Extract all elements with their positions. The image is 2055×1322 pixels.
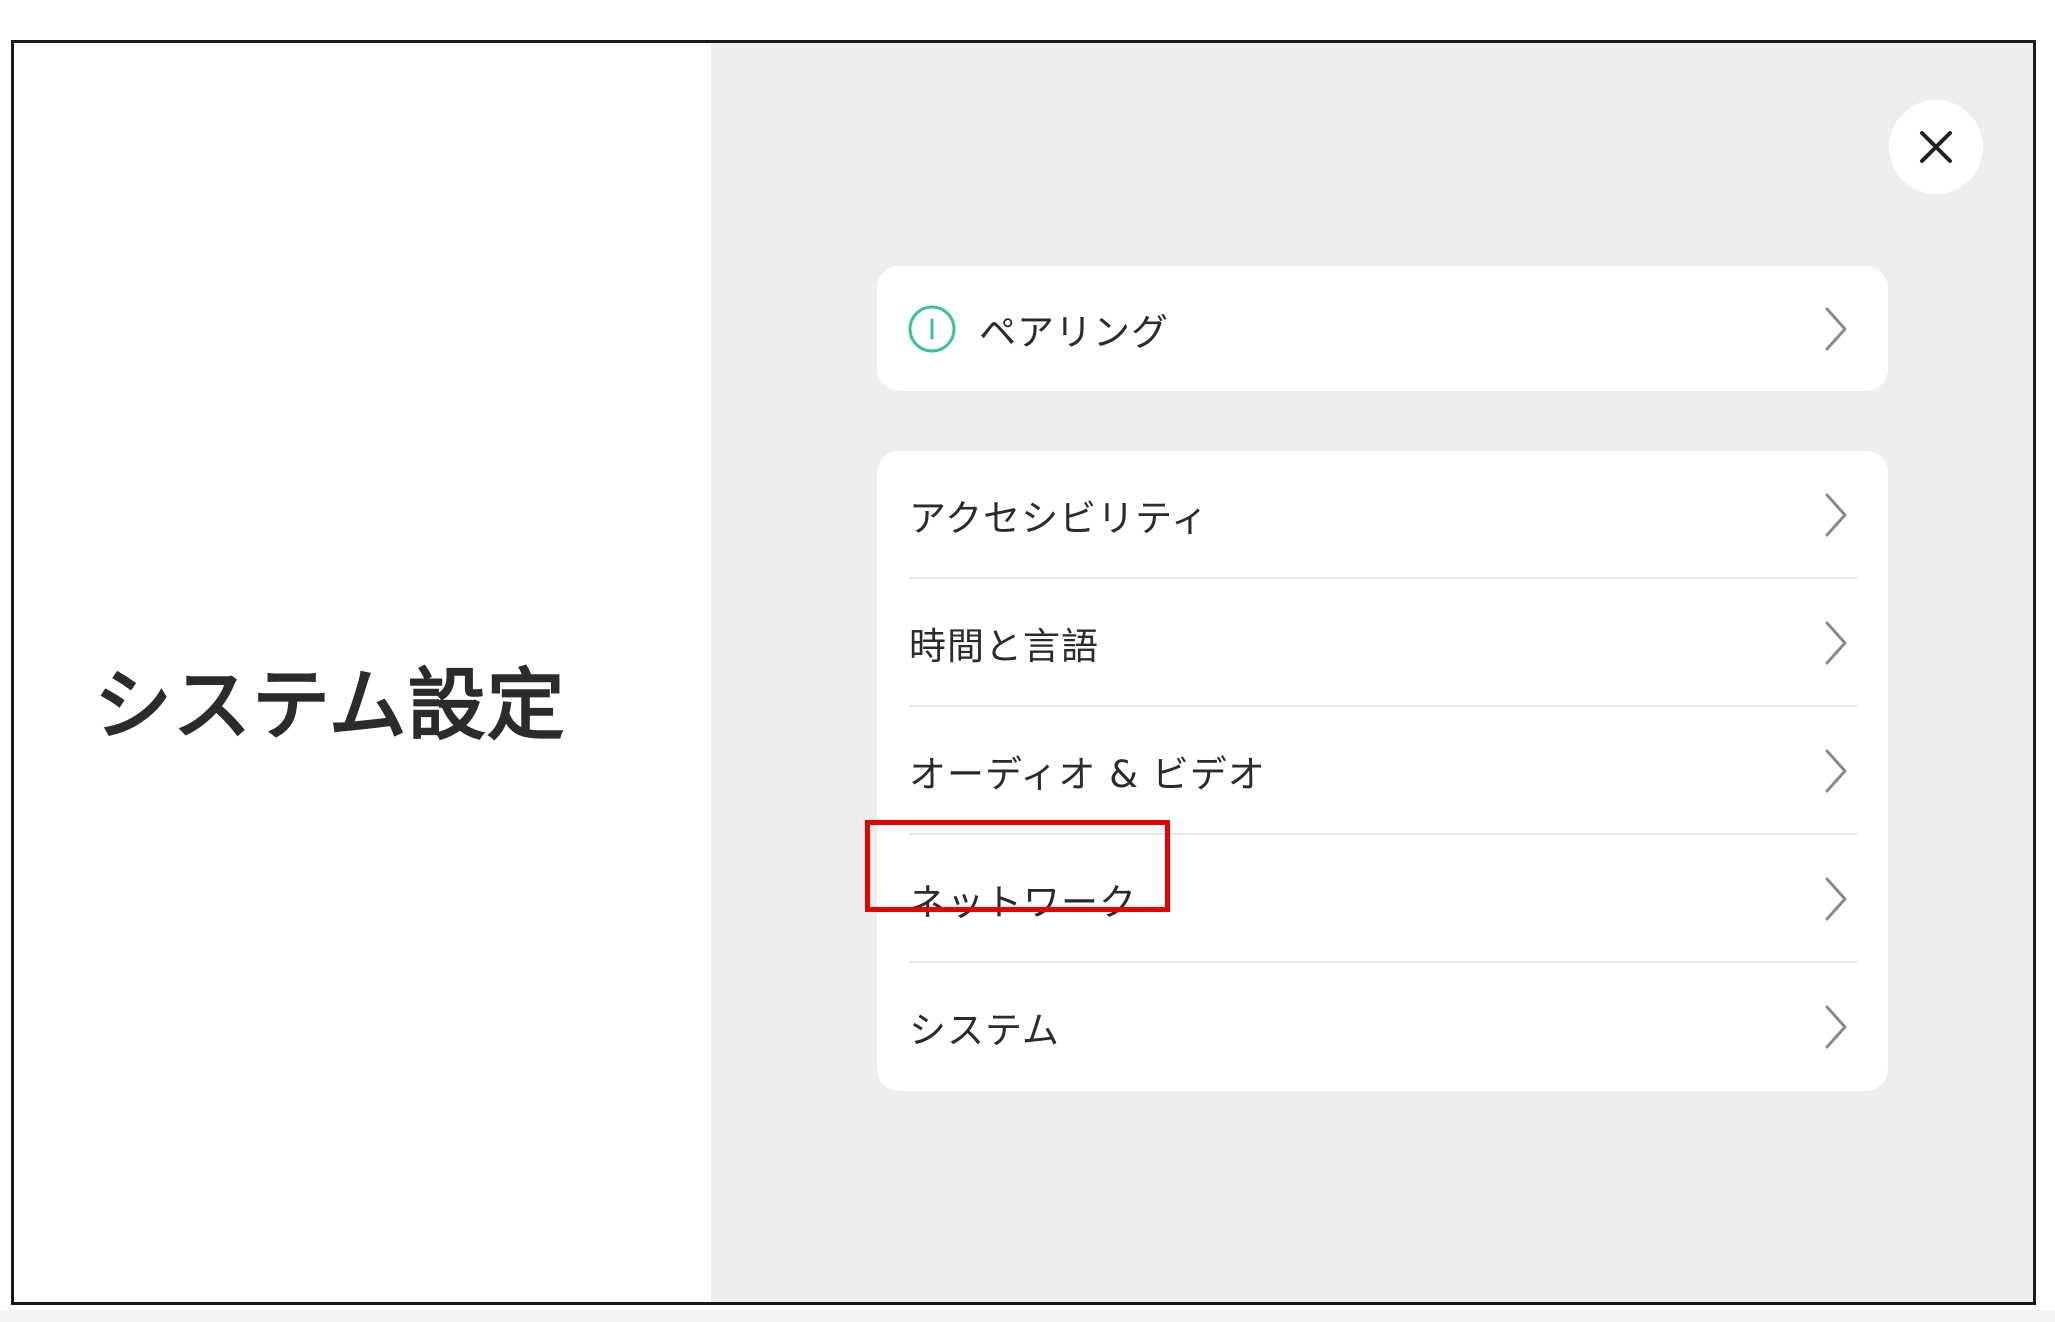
- title-pane: システム設定: [14, 43, 711, 1302]
- chevron-right-icon: [1825, 749, 1847, 793]
- chevron-right-icon: [1825, 621, 1847, 665]
- menu-item-label: 時間と言語: [909, 625, 1099, 668]
- bottom-strip: [0, 1310, 2055, 1322]
- menu-item-label: システム: [909, 1009, 1060, 1052]
- menu-item-time-language[interactable]: 時間と言語: [877, 579, 1888, 707]
- settings-window: システム設定 ペアリング アクセシビリティ 時間と言語 オーディオ & ビデオ …: [11, 40, 2036, 1305]
- menu-item-label: ペアリング: [979, 310, 1169, 354]
- menu-item-network[interactable]: ネットワーク: [877, 835, 1888, 963]
- menu-item-system[interactable]: システム: [877, 963, 1888, 1091]
- menu-item-pairing[interactable]: ペアリング: [877, 266, 1888, 391]
- chevron-right-icon: [1825, 1005, 1847, 1049]
- settings-panel: ペアリング アクセシビリティ 時間と言語 オーディオ & ビデオ ネットワーク …: [711, 43, 2033, 1302]
- settings-menu-card: アクセシビリティ 時間と言語 オーディオ & ビデオ ネットワーク システム: [877, 451, 1888, 1091]
- menu-item-label: オーディオ & ビデオ: [909, 753, 1266, 796]
- menu-item-label: アクセシビリティ: [909, 497, 1209, 540]
- menu-item-accessibility[interactable]: アクセシビリティ: [877, 451, 1888, 579]
- page-title: システム設定: [94, 661, 566, 751]
- chevron-right-icon: [1825, 307, 1847, 350]
- chevron-right-icon: [1825, 877, 1847, 921]
- chevron-right-icon: [1825, 493, 1847, 537]
- close-button[interactable]: [1889, 100, 1983, 194]
- pairing-card: ペアリング: [877, 266, 1888, 391]
- pairing-status-icon: [907, 304, 957, 354]
- menu-item-audio-video[interactable]: オーディオ & ビデオ: [877, 707, 1888, 835]
- menu-item-label: ネットワーク: [909, 881, 1137, 924]
- close-icon: [1920, 131, 1952, 163]
